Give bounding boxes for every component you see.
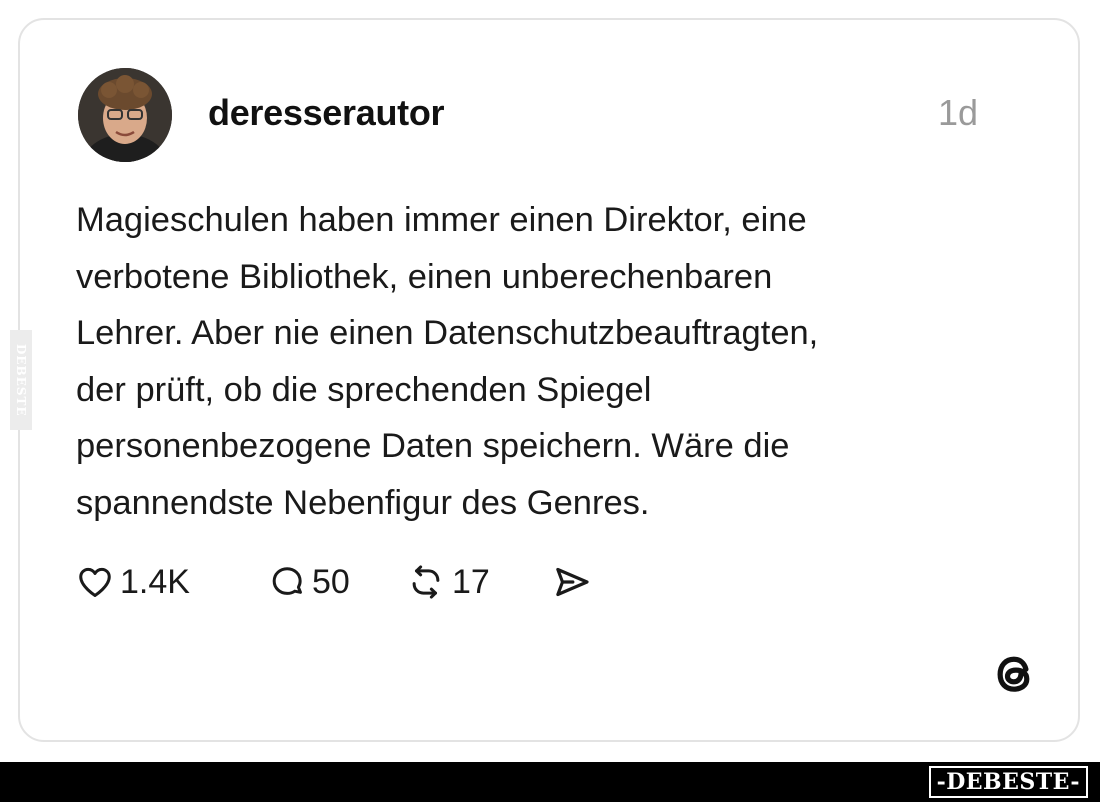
like-button[interactable]: 1.4K [76,558,190,606]
post-text-line: spannendste Nebenfigur des Genres. [76,483,650,522]
share-icon [556,567,589,597]
side-watermark: DEBESTE [10,330,32,430]
side-watermark-text: DEBESTE [14,343,28,417]
post-text-line: Magieschulen haben immer einen Direktor,… [76,201,807,239]
comment-count: 50 [312,562,350,601]
post-text-line: verbotene Bibliothek, einen unberechenba… [76,257,773,296]
repost-icon [412,565,440,599]
username[interactable]: deresserautor [208,92,445,134]
repost-button[interactable]: 17 [406,558,490,606]
avatar-image [78,68,172,162]
comment-button[interactable]: 50 [268,558,350,606]
threads-logo-icon[interactable] [988,648,1040,700]
repost-count: 17 [452,562,490,601]
post-text: Magieschulen haben immer einen Direktor,… [76,192,976,531]
post-timestamp: 1d [938,92,979,133]
avatar[interactable] [78,68,172,162]
post-text-line: Lehrer. Aber nie einen Datenschutzbeauft… [76,314,819,352]
watermark-logo: -DEBESTE- [928,766,1088,798]
post-text-line: der prüft, ob die sprechenden Spiegel [76,370,652,409]
share-button[interactable] [552,558,592,606]
post-card: deresserautor 1d Magieschulen haben imme… [18,18,1080,742]
comment-icon [272,567,302,595]
post-text-line: personenbezogene Daten speichern. Wäre d… [76,427,790,465]
heart-icon [79,567,111,597]
like-count: 1.4K [120,562,190,601]
bottom-bar: -DEBESTE- [0,762,1100,802]
